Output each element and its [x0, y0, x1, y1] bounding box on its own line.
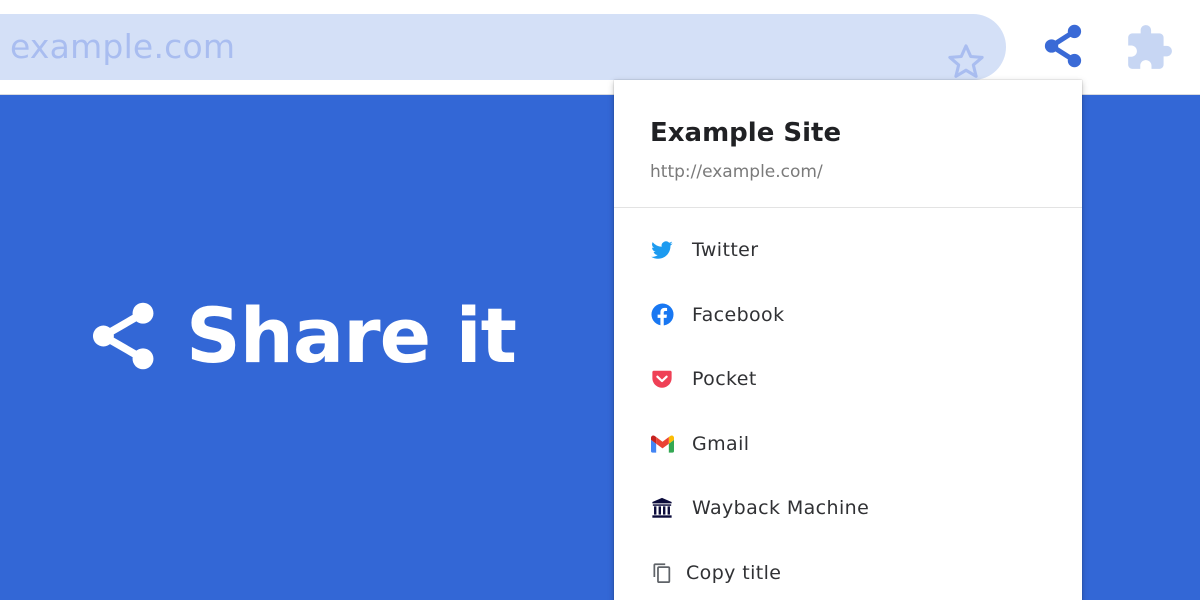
popup-header: Example Site http://example.com/	[614, 80, 1082, 208]
share-icon	[92, 302, 154, 370]
address-bar-url[interactable]: example.com	[10, 26, 235, 68]
wayback-machine-icon	[650, 496, 674, 520]
share-twitter-item[interactable]: Twitter	[614, 218, 1082, 283]
copy-title-item[interactable]: Copy title	[614, 541, 1082, 600]
share-popup: Example Site http://example.com/ Twitter	[614, 80, 1082, 600]
hero-title: Share it	[186, 291, 517, 380]
share-twitter-label: Twitter	[692, 239, 759, 262]
facebook-icon	[650, 303, 674, 327]
share-icon[interactable]	[1038, 21, 1088, 71]
twitter-icon	[650, 238, 674, 262]
star-outline-icon[interactable]	[944, 40, 988, 84]
browser-window: example.com Share it Example Site http:/…	[0, 0, 1200, 600]
copy-icon	[650, 561, 674, 585]
share-facebook-label: Facebook	[692, 303, 785, 326]
puzzle-piece-icon[interactable]	[1122, 23, 1176, 73]
share-target-list: Twitter Facebook Pocket Gmail Wayback Ma…	[614, 218, 1082, 600]
page-url: http://example.com/	[650, 162, 823, 182]
share-gmail-label: Gmail	[692, 432, 750, 455]
pocket-icon	[650, 367, 674, 391]
page-title: Example Site	[650, 118, 842, 148]
address-bar[interactable]: example.com	[0, 14, 1006, 80]
share-pocket-item[interactable]: Pocket	[614, 347, 1082, 412]
share-wayback-label: Wayback Machine	[692, 497, 870, 520]
hero-banner: Share it	[86, 291, 517, 381]
share-facebook-item[interactable]: Facebook	[614, 283, 1082, 348]
share-wayback-item[interactable]: Wayback Machine	[614, 476, 1082, 541]
copy-title-label: Copy title	[686, 561, 782, 584]
share-pocket-label: Pocket	[692, 368, 757, 391]
share-gmail-item[interactable]: Gmail	[614, 412, 1082, 477]
gmail-icon	[650, 432, 674, 456]
